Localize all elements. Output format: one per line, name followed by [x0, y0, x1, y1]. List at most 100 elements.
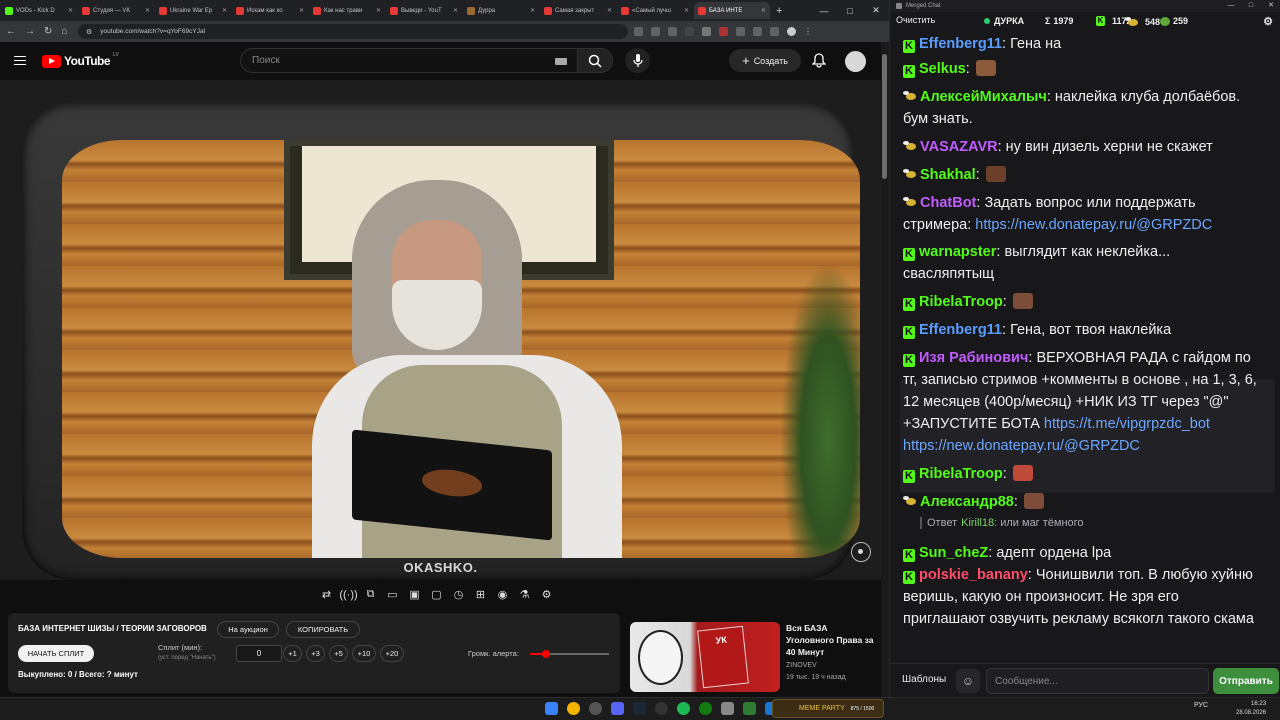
auction-button[interactable]: На аукцион	[217, 621, 279, 638]
minimize-button[interactable]: —	[1221, 0, 1241, 12]
search-button[interactable]	[577, 48, 613, 73]
menu-icon[interactable]: ⋮	[804, 27, 812, 36]
copy-button[interactable]: КОПИРОВАТЬ	[286, 621, 360, 638]
sidepanel-icon[interactable]	[770, 27, 779, 36]
reply-user[interactable]: Kirill18	[961, 517, 994, 529]
player-control-icon[interactable]: ((·))	[339, 586, 357, 603]
close-tab-icon[interactable]: ✕	[530, 7, 535, 14]
clock[interactable]: 16:23 28.08.2026	[1236, 700, 1266, 718]
zoom-icon[interactable]	[634, 27, 643, 36]
chat-username[interactable]: ChatBot	[920, 195, 976, 211]
address-bar[interactable]: ⚙ youtube.com/watch?v=qYoF69cYJaI	[78, 24, 628, 39]
chrome-icon[interactable]	[567, 702, 580, 715]
recommended-title[interactable]: Вся БАЗА Уголовного Права за 40 Минут	[786, 622, 876, 658]
home-icon[interactable]: ⌂	[61, 26, 67, 37]
increment-button[interactable]: +5	[329, 645, 348, 662]
keyboard-icon[interactable]	[555, 58, 567, 65]
chat-username[interactable]: warnapster	[919, 244, 996, 260]
close-tab-icon[interactable]: ✕	[607, 7, 612, 14]
profile-icon[interactable]	[787, 27, 796, 36]
player-control-icon[interactable]: ⧉	[362, 586, 379, 603]
increment-button[interactable]: +1	[283, 645, 302, 662]
recommended-channel[interactable]: ZINOVEV	[786, 662, 817, 669]
voice-search-button[interactable]	[625, 48, 650, 73]
player-control-icon[interactable]: ⇄	[318, 586, 335, 603]
video-thumbnail[interactable]: УК	[630, 622, 780, 692]
player-control-icon[interactable]: ▣	[406, 586, 423, 603]
close-tab-icon[interactable]: ✕	[761, 7, 766, 14]
search-icon[interactable]	[589, 702, 602, 715]
browser-tab[interactable]: Ukraine War Ep ✕	[155, 2, 231, 19]
chat-username[interactable]: Shakhal	[920, 167, 976, 183]
minimize-button[interactable]: —	[811, 6, 837, 16]
new-tab-button[interactable]: +	[776, 5, 782, 17]
chat-username[interactable]: Александр88	[920, 494, 1014, 510]
reload-icon[interactable]: ↻	[44, 26, 52, 37]
slider-knob[interactable]	[541, 650, 550, 658]
avatar[interactable]	[845, 51, 866, 72]
menu-hamburger-icon[interactable]	[14, 56, 26, 65]
close-tab-icon[interactable]: ✕	[222, 7, 227, 14]
app-icon[interactable]	[721, 702, 734, 715]
message-input[interactable]: Сообщение...	[986, 668, 1209, 694]
scrollbar-thumb[interactable]	[882, 54, 887, 179]
browser-tab[interactable]: Студия — VK ✕	[78, 2, 154, 19]
back-icon[interactable]: ←	[6, 26, 16, 37]
system-tray-lang[interactable]: РУС	[1194, 702, 1208, 709]
close-tab-icon[interactable]: ✕	[453, 7, 458, 14]
close-button[interactable]: ✕	[1261, 0, 1280, 12]
chat-username[interactable]: Изя Рабинович	[919, 350, 1028, 366]
video-player[interactable]: OKASHKO.	[0, 80, 881, 580]
increment-button[interactable]: +20	[380, 645, 404, 662]
create-button[interactable]: + Создать	[729, 49, 801, 72]
player-control-icon[interactable]: ▭	[384, 586, 401, 603]
start-split-button[interactable]: НАЧАТЬ СПЛИТ	[18, 645, 94, 662]
spotify-icon[interactable]	[677, 702, 690, 715]
chat-link[interactable]: https://t.me/vipgrpzdc_bot	[1044, 416, 1210, 432]
browser-tab[interactable]: Искам как ко ✕	[232, 2, 308, 19]
steam-icon[interactable]	[633, 702, 646, 715]
browser-tab[interactable]: БАЗА ИНТЕ ✕	[694, 2, 770, 19]
chat-username[interactable]: Sun_cheZ	[919, 545, 988, 561]
browser-tab[interactable]: Как нас трави ✕	[309, 2, 385, 19]
chat-messages[interactable]: K Effenberg11: Гена на K Selkus: АлексейМих…	[890, 33, 1280, 663]
xbox-icon[interactable]	[699, 702, 712, 715]
split-minutes-input[interactable]: 0	[236, 645, 282, 662]
chat-username[interactable]: RibelaTroop	[919, 466, 1003, 482]
extension-icon[interactable]	[702, 27, 711, 36]
chat-username[interactable]: polskie_banany	[919, 567, 1028, 583]
recommended-video[interactable]: УК Вся БАЗА Уголовного Права за 40 Минут…	[630, 622, 875, 692]
close-tab-icon[interactable]: ✕	[145, 7, 150, 14]
page-scrollbar[interactable]	[881, 42, 889, 697]
close-tab-icon[interactable]: ✕	[68, 7, 73, 14]
chat-username[interactable]: АлексейМихалыч	[920, 89, 1047, 105]
player-control-icon[interactable]: ◉	[494, 586, 511, 603]
chat-link[interactable]: https://new.donatepay.ru/@GRPZDC	[903, 438, 1140, 454]
chat-username[interactable]: Selkus	[919, 61, 966, 77]
emoji-icon[interactable]: ☺	[956, 669, 980, 693]
chat-username[interactable]: VASAZAVR	[920, 139, 998, 155]
search-input[interactable]: Поиск	[240, 48, 578, 73]
browser-tab[interactable]: VODs - Kick D ✕	[1, 2, 77, 19]
clear-button[interactable]: Очистить	[896, 15, 935, 25]
puzzle-icon[interactable]	[753, 27, 762, 36]
templates-button[interactable]: Шаблоны	[902, 674, 946, 685]
player-control-icon[interactable]: ⊞	[472, 586, 489, 603]
forward-icon[interactable]: →	[25, 26, 35, 37]
site-info-icon[interactable]: ⚙	[86, 28, 92, 36]
bookmark-star-icon[interactable]	[668, 27, 677, 36]
player-control-icon[interactable]: ▢	[428, 586, 445, 603]
increment-button[interactable]: +3	[306, 645, 325, 662]
gear-icon[interactable]: ⚙	[1263, 15, 1273, 28]
player-control-icon[interactable]: ◷	[450, 586, 467, 603]
chat-username[interactable]: Effenberg11	[919, 36, 1002, 52]
maximize-button[interactable]: □	[837, 6, 863, 16]
close-tab-icon[interactable]: ✕	[684, 7, 689, 14]
extension-icon[interactable]	[719, 27, 728, 36]
close-button[interactable]: ✕	[863, 5, 889, 16]
notifications-button[interactable]	[811, 53, 827, 73]
youtube-logo[interactable]: YouTube LV	[42, 52, 119, 68]
extension-icon[interactable]	[736, 27, 745, 36]
chat-username[interactable]: Effenberg11	[919, 322, 1002, 338]
maximize-button[interactable]: □	[1241, 0, 1261, 12]
